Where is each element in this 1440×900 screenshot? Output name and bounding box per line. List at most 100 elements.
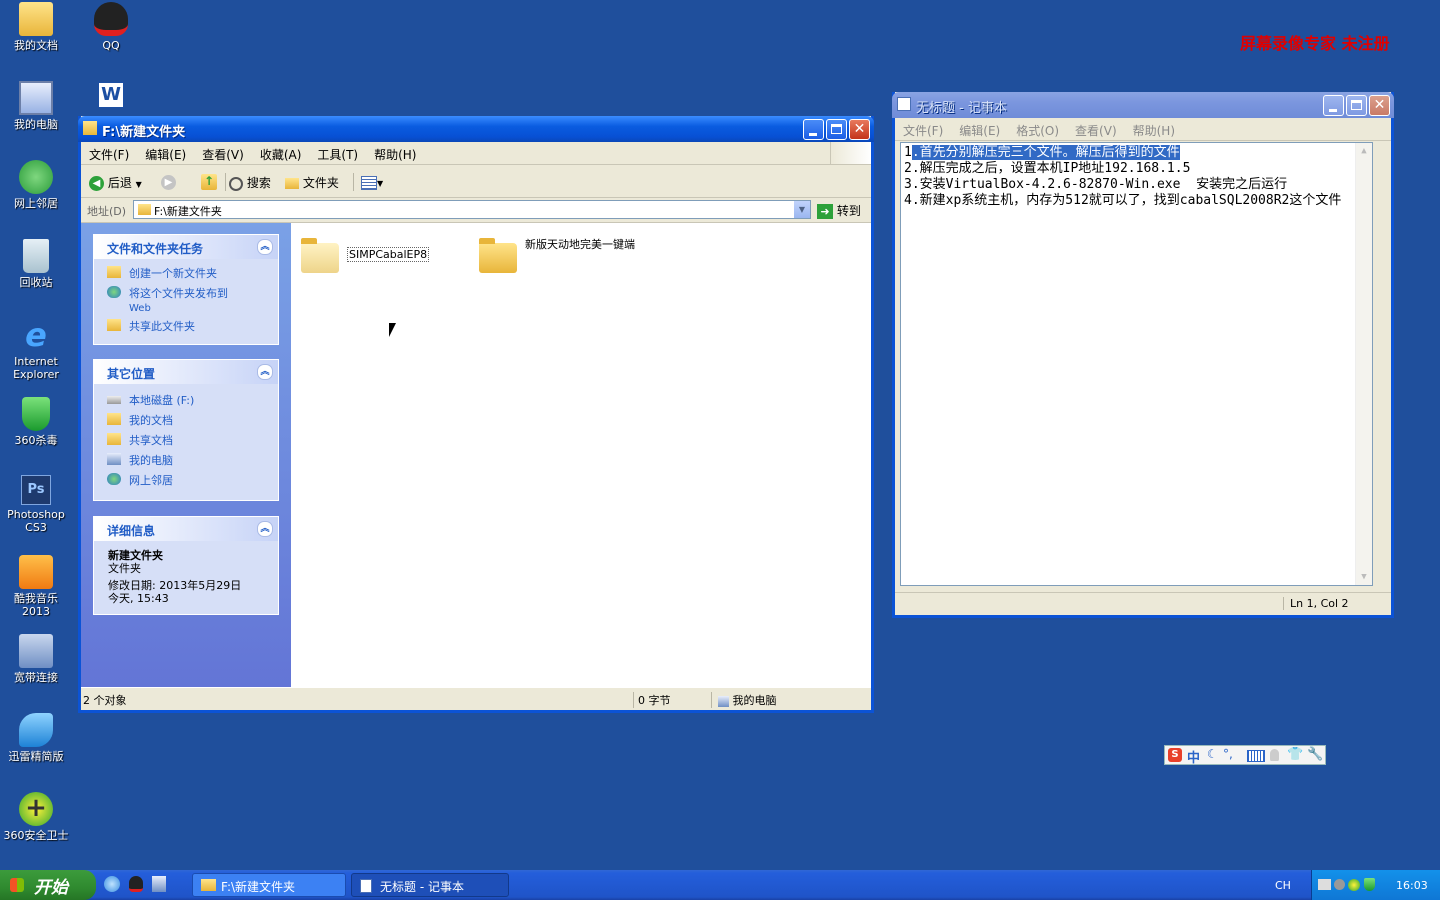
desktop-icon-label: 360杀毒: [14, 434, 58, 447]
notepad-text-area[interactable]: 1.首先分别解压完三个文件。解压后得到的文件 2.解压完成之后，设置本机IP地址…: [900, 142, 1373, 586]
quick-launch: [104, 876, 166, 895]
task-publish-web[interactable]: 将这个文件夹发布到 Web: [94, 283, 278, 316]
selected-text: .首先分别解压完三个文件。解压后得到的文件: [911, 145, 1180, 160]
task-new-folder[interactable]: 创建一个新文件夹: [94, 263, 278, 283]
network-tray-icon[interactable]: [1318, 879, 1331, 890]
notepad-icon: [897, 97, 911, 111]
desktop-icon-ie[interactable]: e Internet Explorer: [0, 318, 72, 381]
ime-toolbar[interactable]: S 中 ☾ °, 👕 🔧: [1164, 745, 1326, 766]
panel-header[interactable]: 其它位置 ︽: [94, 360, 278, 384]
menu-view[interactable]: 查看(V): [194, 142, 252, 167]
scroll-down-icon[interactable]: ▼: [1356, 569, 1372, 585]
menu-help[interactable]: 帮助(H): [366, 142, 424, 167]
status-objects: 2 个对象: [83, 694, 127, 707]
place-local-disk[interactable]: 本地磁盘 (F:): [94, 390, 278, 410]
taskbar-item-notepad[interactable]: 无标题 - 记事本: [351, 873, 509, 897]
menu-edit[interactable]: 编辑(E): [951, 118, 1008, 143]
hard-disk-icon: [107, 396, 121, 404]
details-type: 文件夹: [108, 562, 141, 575]
qq-icon[interactable]: [128, 876, 143, 892]
desktop-icon-photoshop[interactable]: Ps Photoshop CS3: [0, 475, 72, 534]
panel-header[interactable]: 文件和文件夹任务 ︽: [94, 235, 278, 259]
menu-file[interactable]: 文件(F): [895, 118, 951, 143]
go-button[interactable]: ➜ 转到: [817, 202, 861, 219]
show-desktop-icon[interactable]: [151, 876, 166, 892]
file-item[interactable]: SIMPCabalEP8: [299, 235, 439, 279]
file-name: 新版天动地完美一键端: [525, 238, 635, 251]
desktop-icon-recycle-bin[interactable]: 回收站: [0, 239, 72, 289]
task-share-folder[interactable]: 共享此文件夹: [94, 316, 278, 336]
360-antivirus-tray-icon[interactable]: [1364, 878, 1375, 891]
file-item[interactable]: 新版天动地完美一键端: [477, 235, 647, 279]
place-network[interactable]: 网上邻居: [94, 470, 278, 490]
address-dropdown-button[interactable]: ▼: [794, 201, 810, 218]
skin-shirt-icon[interactable]: 👕: [1287, 747, 1303, 762]
folders-button[interactable]: 文件夹: [285, 174, 339, 191]
qq-icon: [94, 2, 128, 36]
collapse-icon[interactable]: ︽: [257, 364, 273, 380]
desktop-icon-360-antivirus[interactable]: 360杀毒: [0, 397, 72, 447]
up-folder-button[interactable]: ↑: [201, 174, 217, 190]
close-button[interactable]: ✕: [1369, 95, 1390, 116]
menu-tools[interactable]: 工具(T): [309, 142, 366, 167]
punctuation-icon[interactable]: °,: [1223, 747, 1233, 761]
place-my-documents[interactable]: 我的文档: [94, 410, 278, 430]
collapse-icon[interactable]: ︽: [257, 239, 273, 255]
desktop-icon-kuwo[interactable]: 酷我音乐 2013: [0, 555, 72, 618]
clock[interactable]: 16:03: [1396, 879, 1428, 892]
notepad-icon: [360, 879, 372, 893]
cursor-position: Ln 1, Col 2: [1283, 597, 1380, 610]
explorer-titlebar[interactable]: F:\新建文件夹 ✕: [78, 116, 874, 142]
desktop-icon-xunlei[interactable]: 迅雷精简版: [0, 713, 72, 763]
language-indicator[interactable]: CH: [1275, 879, 1291, 892]
moon-icon[interactable]: ☾: [1207, 747, 1218, 761]
desktop-icon-label: 网上邻居: [14, 197, 58, 210]
desktop-icon-360-safe[interactable]: + 360安全卫士: [0, 792, 72, 842]
place-my-computer[interactable]: 我的电脑: [94, 450, 278, 470]
minimize-button[interactable]: [1323, 95, 1344, 116]
address-input[interactable]: F:\新建文件夹 ▼: [133, 200, 811, 219]
explorer-statusbar: 2 个对象 0 字节 我的电脑: [81, 687, 871, 710]
ie-icon[interactable]: [104, 876, 120, 892]
desktop-icon-label: QQ: [102, 39, 120, 52]
place-shared-documents[interactable]: 共享文档: [94, 430, 278, 450]
panel-header[interactable]: 详细信息 ︽: [94, 517, 278, 541]
menu-view[interactable]: 查看(V): [1067, 118, 1125, 143]
word-icon: W: [98, 82, 124, 108]
desktop-icon-label: 回收站: [19, 276, 53, 289]
menu-file[interactable]: 文件(F): [81, 142, 137, 167]
recycle-bin-icon: [23, 239, 49, 273]
search-button[interactable]: 搜索: [229, 174, 271, 191]
desktop-icon-my-computer[interactable]: 我的电脑: [0, 81, 72, 131]
keyboard-icon[interactable]: [1247, 750, 1265, 762]
status-location: 我的电脑: [711, 692, 777, 708]
menu-edit[interactable]: 编辑(E): [137, 142, 194, 167]
wrench-icon[interactable]: 🔧: [1307, 747, 1323, 762]
scroll-up-icon[interactable]: ▲: [1356, 143, 1372, 159]
360-safe-tray-icon[interactable]: [1348, 879, 1360, 891]
recorder-watermark: 屏幕录像专家 未注册: [1240, 34, 1390, 53]
desktop-icon-word-shortcut[interactable]: W: [75, 82, 147, 111]
back-button[interactable]: ◀ 后退 ▼: [89, 174, 142, 191]
vertical-scrollbar[interactable]: ▲ ▼: [1355, 143, 1372, 585]
minimize-button[interactable]: [803, 119, 824, 140]
ime-chinese-mode-icon[interactable]: 中: [1187, 747, 1200, 766]
volume-tray-icon[interactable]: [1334, 879, 1345, 890]
menu-help[interactable]: 帮助(H): [1125, 118, 1183, 143]
maximize-button[interactable]: [1346, 95, 1367, 116]
desktop-icon-my-documents[interactable]: 我的文档: [0, 2, 72, 52]
maximize-button[interactable]: [826, 119, 847, 140]
desktop-icon-qq[interactable]: QQ: [75, 2, 147, 52]
notepad-titlebar[interactable]: 无标题 - 记事本 ✕: [892, 92, 1394, 118]
menu-favorites[interactable]: 收藏(A): [252, 142, 310, 167]
start-button[interactable]: 开始: [0, 870, 96, 900]
desktop-icon-broadband[interactable]: 宽带连接: [0, 634, 72, 684]
user-icon[interactable]: [1270, 749, 1279, 761]
views-button[interactable]: ▼: [361, 175, 383, 190]
desktop-icon-network[interactable]: 网上邻居: [0, 160, 72, 210]
close-button[interactable]: ✕: [849, 119, 870, 140]
collapse-icon[interactable]: ︽: [257, 521, 273, 537]
menu-format[interactable]: 格式(O): [1008, 118, 1067, 143]
forward-button[interactable]: ▶: [161, 174, 176, 190]
taskbar-item-explorer[interactable]: F:\新建文件夹: [192, 873, 346, 897]
